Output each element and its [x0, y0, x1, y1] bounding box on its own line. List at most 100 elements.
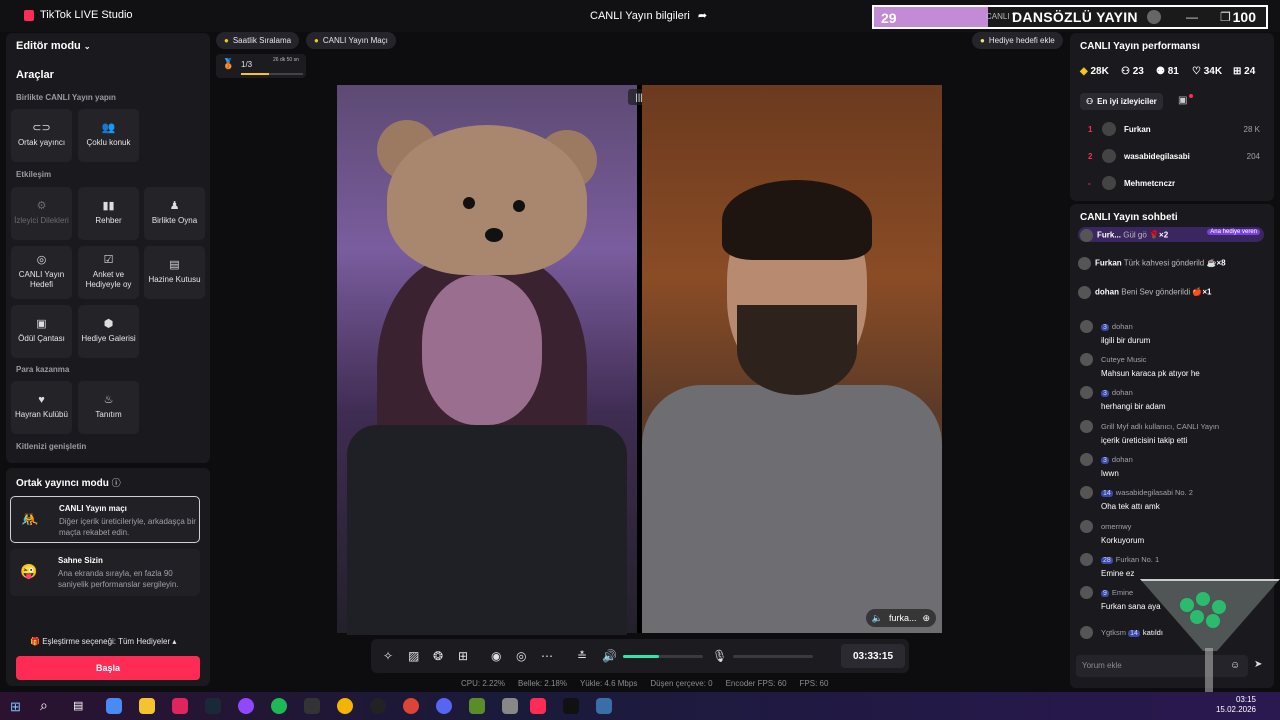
- clipboard-icon[interactable]: ▣: [1178, 95, 1187, 106]
- twitch-icon[interactable]: [238, 698, 254, 714]
- copilot-icon[interactable]: [106, 698, 122, 714]
- hourly-rank-pill[interactable]: ● Saatlik Sıralama: [216, 32, 300, 49]
- olive-shape: [1212, 600, 1226, 614]
- app-icon[interactable]: [502, 698, 518, 714]
- volume-icon[interactable]: 🔊: [602, 649, 617, 663]
- app-icon[interactable]: [304, 698, 320, 714]
- card-live-match[interactable]: 🤼 CANLI Yayın maçı Diğer içerik üreticil…: [10, 496, 200, 543]
- start-button[interactable]: Başla: [16, 656, 200, 680]
- file-explorer-icon[interactable]: [139, 698, 155, 714]
- live-match-pill[interactable]: ● CANLI Yayın Maçı: [306, 32, 396, 49]
- rank-progress-box[interactable]: 🥉 1/3 26 dk 50 sn: [216, 54, 306, 78]
- camera-icon[interactable]: ◎: [516, 649, 526, 663]
- sticker-icon[interactable]: ▨: [408, 649, 419, 663]
- guest-video: 🔈 furka... ⊕: [642, 85, 942, 633]
- tiktok-icon[interactable]: [563, 698, 579, 714]
- cohost-title-text: Ortak yayıncı modu: [16, 478, 109, 489]
- olive-shape: [1206, 614, 1220, 628]
- tile-play-together[interactable]: ♟ Birlikte Oyna: [144, 187, 205, 240]
- cohost-mode-panel: Ortak yayıncı modu ⓘ 🤼 CANLI Yayın maçı …: [6, 468, 210, 686]
- add-gift-goal-pill[interactable]: ● Hediye hedefi ekle: [972, 32, 1063, 49]
- spotify-icon[interactable]: [271, 698, 287, 714]
- mic-slider[interactable]: [733, 655, 813, 658]
- obs-icon[interactable]: [370, 698, 386, 714]
- maximize-icon[interactable]: ❐: [1220, 10, 1231, 24]
- microphone-icon[interactable]: 🎙: [712, 649, 727, 663]
- plus-icon[interactable]: ⊕: [922, 613, 930, 624]
- chat-text: lwwn: [1101, 469, 1119, 478]
- gift3-text: Beni Sev gönderildi: [1121, 287, 1191, 297]
- chat-user: Emine: [1111, 588, 1134, 597]
- caret-up-icon: ▴: [172, 637, 177, 646]
- share-icon[interactable]: ➦: [698, 9, 707, 22]
- tile-live-goal[interactable]: ◎ CANLI Yayın Hedefi: [11, 246, 72, 299]
- task-view-icon[interactable]: ▤: [73, 699, 83, 712]
- settings-sliders-icon[interactable]: ≛: [577, 649, 587, 663]
- tiktok-studio-icon[interactable]: [530, 698, 546, 714]
- chrome-icon[interactable]: [337, 698, 353, 714]
- viewer-rank: 1: [1088, 125, 1093, 134]
- live-info-title-text: CANLI Yayın bilgileri: [590, 9, 690, 22]
- card-stage[interactable]: 😜 Sahne Sizin Ana ekranda sırayla, en fa…: [10, 549, 200, 596]
- stat-dropped: Düşen çerçeve: 0: [650, 679, 713, 688]
- tile-promote[interactable]: ♨ Tanıtım: [78, 381, 139, 434]
- viewers-icon: ⚇: [1121, 66, 1130, 77]
- tile-prize-bag[interactable]: ▣ Ödül Çantası: [11, 305, 72, 358]
- help-icon[interactable]: ⓘ: [112, 478, 121, 488]
- browser-icon[interactable]: [403, 698, 419, 714]
- windows-start-icon[interactable]: ⊞: [10, 699, 21, 715]
- tile-gallery-label: Hediye Galerisi: [81, 334, 136, 343]
- chat-input[interactable]: Yorum ekle: [1076, 655, 1248, 677]
- gift-avatar: [1078, 257, 1091, 270]
- tile-fan-club[interactable]: ♥ Hayran Kulübü: [11, 381, 72, 434]
- diamond-icon: ◆: [1080, 66, 1088, 77]
- editor-mode-dropdown[interactable]: Editör modu ⌄: [16, 40, 91, 52]
- live-timer: 03:33:15: [841, 644, 905, 668]
- viewers-value: 23: [1132, 66, 1144, 77]
- app-icon[interactable]: [172, 698, 188, 714]
- minimize-icon[interactable]: —: [1186, 10, 1198, 24]
- bear-hat-filter: [387, 125, 587, 275]
- minecraft-icon[interactable]: [469, 698, 485, 714]
- chat-text: herhangi bir adam: [1101, 402, 1166, 411]
- tile-poll[interactable]: ☑ Anket ve Hediyeyle oy: [78, 246, 139, 299]
- emoji-icon[interactable]: ☺: [1230, 660, 1240, 671]
- gift3-count: ×1: [1202, 287, 1212, 297]
- chat-avatar: [1080, 353, 1093, 366]
- send-icon[interactable]: ➤: [1254, 659, 1262, 670]
- tile-guide[interactable]: ▮▮ Rehber: [78, 187, 139, 240]
- tile-viewer-requests[interactable]: ⚙ İzleyici Dilekleri: [11, 187, 72, 240]
- chat-text: Oha tek attı amk: [1101, 502, 1160, 511]
- gift-icon: 🎁: [30, 637, 40, 646]
- live-info-title[interactable]: CANLI Yayın bilgileri ➦: [590, 9, 707, 23]
- app-icon[interactable]: [596, 698, 612, 714]
- tile-gift-gallery[interactable]: ⬢ Hediye Galerisi: [78, 305, 139, 358]
- chat-user: Cuteye Music: [1101, 355, 1147, 364]
- add-source-icon[interactable]: ⊞: [458, 649, 468, 663]
- gift-box-icon: ⊞: [1233, 66, 1242, 77]
- taskbar-clock[interactable]: 03:15 15.02.2026: [1216, 695, 1256, 715]
- chat-user: dohan: [1111, 388, 1133, 397]
- top-viewers-tab[interactable]: ⚇ En iyi izleyiciler: [1080, 93, 1163, 110]
- app-title-text: TikTok LIVE Studio: [40, 9, 133, 21]
- tile-multi-guest[interactable]: 👥 Çoklu konuk: [78, 109, 139, 162]
- chat-username: 28 Furkan No. 1: [1101, 555, 1159, 564]
- chat-username: 3 dohan: [1101, 322, 1133, 331]
- effects-icon[interactable]: ❂: [433, 649, 443, 663]
- steam-icon[interactable]: [205, 698, 221, 714]
- tile-treasure-box[interactable]: ▤ Hazine Kutusu: [144, 246, 205, 299]
- magic-wand-icon[interactable]: ✧: [383, 649, 393, 663]
- record-icon[interactable]: ◉: [491, 649, 501, 663]
- target-icon: ◎: [36, 254, 47, 266]
- performance-panel: [1070, 33, 1274, 201]
- discord-icon[interactable]: [436, 698, 452, 714]
- taskbar-search-icon[interactable]: ⌕: [40, 697, 48, 714]
- volume-slider[interactable]: [623, 655, 703, 658]
- speaker-icon[interactable]: 🔈: [872, 613, 883, 624]
- match-option-dropdown[interactable]: 🎁 Eşleştirme seçeneği: Tüm Hediyeler ▴: [30, 637, 176, 646]
- tile-cohost[interactable]: ⊂⊃ Ortak yayıncı: [11, 109, 72, 162]
- guest-name-tag[interactable]: 🔈 furka... ⊕: [865, 609, 936, 627]
- live-preview[interactable]: ||| 🔈 furka... ⊕: [337, 85, 942, 635]
- gift1-user: Furk...: [1097, 230, 1122, 240]
- more-icon[interactable]: ⋯: [541, 649, 553, 663]
